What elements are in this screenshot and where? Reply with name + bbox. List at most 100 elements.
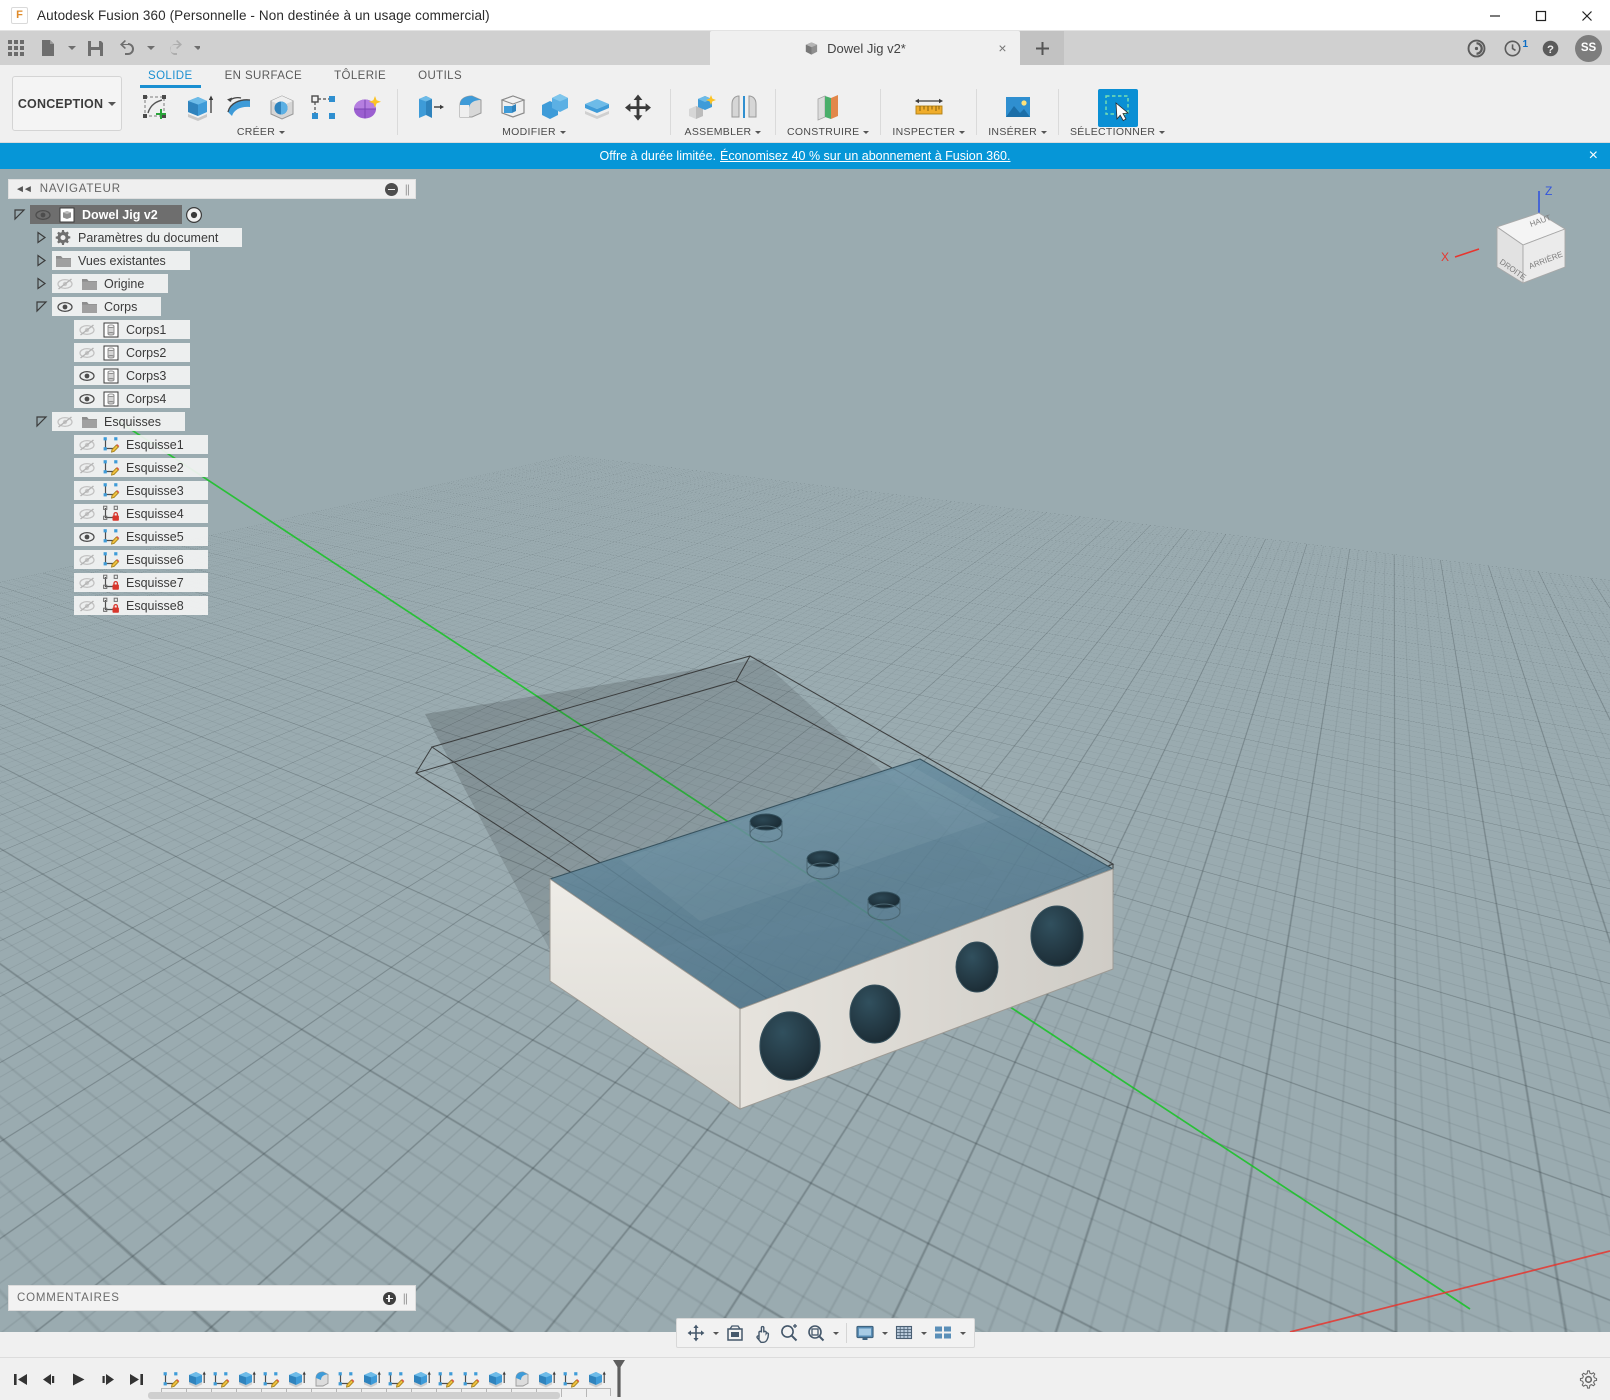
panel-title-creer[interactable]: CRÉER bbox=[237, 126, 285, 138]
tree-item-row[interactable]: Esquisse1 bbox=[74, 435, 208, 454]
workspace-selector[interactable]: CONCEPTION bbox=[12, 76, 122, 131]
tree-item-row[interactable]: Esquisse7 bbox=[74, 573, 208, 592]
user-avatar[interactable]: SS bbox=[1575, 35, 1602, 62]
orbit-icon[interactable] bbox=[683, 1320, 709, 1346]
timeline-playhead[interactable] bbox=[611, 1359, 627, 1399]
tree-item-row[interactable]: Esquisse8 bbox=[74, 596, 208, 615]
fillet-icon[interactable] bbox=[451, 89, 491, 127]
create-form-icon[interactable] bbox=[346, 89, 386, 127]
tree-item-row[interactable]: Corps3 bbox=[74, 366, 190, 385]
tab-outils[interactable]: OUTILS bbox=[402, 68, 478, 86]
create-sketch-icon[interactable] bbox=[136, 89, 176, 127]
undo-icon[interactable] bbox=[111, 33, 143, 63]
step-back-icon[interactable] bbox=[37, 1365, 62, 1393]
visibility-toggle-hidden[interactable] bbox=[74, 484, 100, 498]
visibility-toggle-hidden[interactable] bbox=[74, 576, 100, 590]
tree-item-vues-existantes[interactable]: Vues existantes bbox=[8, 251, 416, 270]
tree-item-corps3[interactable]: Corps3 bbox=[8, 366, 416, 385]
pattern-icon[interactable] bbox=[304, 89, 344, 127]
visibility-toggle-hidden[interactable] bbox=[74, 461, 100, 475]
comments-resize-grip[interactable]: || bbox=[403, 1291, 407, 1305]
visibility-toggle-visible[interactable] bbox=[30, 208, 56, 222]
add-comment-icon[interactable] bbox=[383, 1292, 396, 1305]
panel-minimize-icon[interactable] bbox=[385, 183, 398, 196]
activate-component-icon[interactable] bbox=[184, 205, 204, 225]
tree-item-row[interactable]: Esquisse6 bbox=[74, 550, 208, 569]
press-pull-icon[interactable] bbox=[409, 89, 449, 127]
tree-item-corps1[interactable]: Corps1 bbox=[8, 320, 416, 339]
visibility-toggle-hidden[interactable] bbox=[74, 507, 100, 521]
insert-image-icon[interactable] bbox=[998, 89, 1038, 127]
app-grid-icon[interactable] bbox=[0, 33, 32, 63]
orbit-caret-icon[interactable] bbox=[710, 1320, 721, 1346]
measure-icon[interactable] bbox=[909, 89, 949, 127]
panel-title-selectionner[interactable]: SÉLECTIONNER bbox=[1070, 126, 1165, 138]
twisty-collapsed[interactable] bbox=[30, 254, 52, 267]
tree-item-row[interactable]: Corps4 bbox=[74, 389, 190, 408]
tab-en-surface[interactable]: EN SURFACE bbox=[209, 68, 319, 86]
new-component-icon[interactable] bbox=[682, 89, 722, 127]
tree-item-dowel-jig-v2[interactable]: Dowel Jig v2 bbox=[8, 205, 416, 224]
tree-item-esquisse5[interactable]: Esquisse5 bbox=[8, 527, 416, 546]
panel-title-inspecter[interactable]: INSPECTER bbox=[892, 126, 965, 138]
new-tab-button[interactable] bbox=[1020, 31, 1064, 65]
tree-item-esquisse3[interactable]: Esquisse3 bbox=[8, 481, 416, 500]
sweep-icon[interactable] bbox=[262, 89, 302, 127]
comments-panel[interactable]: COMMENTAIRES || bbox=[8, 1285, 416, 1311]
timeline-scrollbar[interactable] bbox=[148, 1392, 560, 1399]
collapse-left-icon[interactable]: ◄◄ bbox=[15, 184, 31, 195]
twisty-collapsed[interactable] bbox=[30, 277, 52, 290]
visibility-toggle-hidden[interactable] bbox=[52, 415, 78, 429]
zoom-icon[interactable] bbox=[776, 1320, 802, 1346]
panel-resize-grip[interactable]: || bbox=[405, 182, 409, 196]
visibility-toggle-visible[interactable] bbox=[74, 369, 100, 383]
tree-item-esquisse6[interactable]: Esquisse6 bbox=[8, 550, 416, 569]
promo-banner-close-icon[interactable]: × bbox=[1589, 147, 1598, 165]
twisty-collapsed[interactable] bbox=[30, 231, 52, 244]
display-settings-caret-icon[interactable] bbox=[879, 1320, 890, 1346]
maximize-button[interactable] bbox=[1518, 0, 1564, 31]
job-status-icon[interactable] bbox=[1458, 31, 1495, 65]
redo-icon[interactable] bbox=[158, 33, 190, 63]
tree-item-esquisse2[interactable]: Esquisse2 bbox=[8, 458, 416, 477]
tree-item-corps4[interactable]: Corps4 bbox=[8, 389, 416, 408]
timeline-settings-icon[interactable] bbox=[1579, 1370, 1598, 1392]
grid-snap-icon[interactable] bbox=[891, 1320, 917, 1346]
undo-caret-icon[interactable] bbox=[143, 33, 158, 63]
skip-to-start-icon[interactable] bbox=[8, 1365, 33, 1393]
visibility-toggle-visible[interactable] bbox=[52, 300, 78, 314]
visibility-toggle-hidden[interactable] bbox=[52, 277, 78, 291]
panel-title-assembler[interactable]: ASSEMBLER bbox=[685, 126, 762, 138]
tree-item-row[interactable]: Corps1 bbox=[74, 320, 190, 339]
tree-item-origine[interactable]: Origine bbox=[8, 274, 416, 293]
tree-item-row[interactable]: Esquisse5 bbox=[74, 527, 208, 546]
tab-solide[interactable]: SOLIDE bbox=[132, 68, 209, 86]
tree-item-esquisse8[interactable]: Esquisse8 bbox=[8, 596, 416, 615]
tree-item-esquisse4[interactable]: Esquisse4 bbox=[8, 504, 416, 523]
tree-item-esquisses[interactable]: Esquisses bbox=[8, 412, 416, 431]
tree-item-param-tres-du-document[interactable]: Paramètres du document bbox=[8, 228, 416, 247]
tree-item-row[interactable]: Corps bbox=[52, 297, 161, 316]
panel-title-inserer[interactable]: INSÉRER bbox=[988, 126, 1047, 138]
grid-snap-caret-icon[interactable] bbox=[918, 1320, 929, 1346]
twisty-expanded[interactable] bbox=[30, 415, 52, 428]
tree-item-row[interactable]: Esquisse4 bbox=[74, 504, 208, 523]
display-settings-icon[interactable] bbox=[852, 1320, 878, 1346]
zoom-window-icon[interactable] bbox=[803, 1320, 829, 1346]
tree-item-row[interactable]: Esquisse2 bbox=[74, 458, 208, 477]
tree-item-row[interactable]: Paramètres du document bbox=[52, 228, 242, 247]
tree-item-row[interactable]: Origine bbox=[52, 274, 168, 293]
select-icon[interactable] bbox=[1098, 89, 1138, 127]
document-tab[interactable]: Dowel Jig v2* × bbox=[710, 31, 1020, 65]
viewports-icon[interactable] bbox=[930, 1320, 956, 1346]
pan-icon[interactable] bbox=[749, 1320, 775, 1346]
construction-plane-icon[interactable] bbox=[808, 89, 848, 127]
tree-item-row[interactable]: Esquisse3 bbox=[74, 481, 208, 500]
visibility-toggle-hidden[interactable] bbox=[74, 438, 100, 452]
tab-tolerie[interactable]: TÔLERIE bbox=[318, 68, 402, 86]
revolve-icon[interactable] bbox=[220, 89, 260, 127]
shell-icon[interactable] bbox=[493, 89, 533, 127]
visibility-toggle-visible[interactable] bbox=[74, 530, 100, 544]
close-button[interactable] bbox=[1564, 0, 1610, 31]
save-icon[interactable] bbox=[79, 33, 111, 63]
